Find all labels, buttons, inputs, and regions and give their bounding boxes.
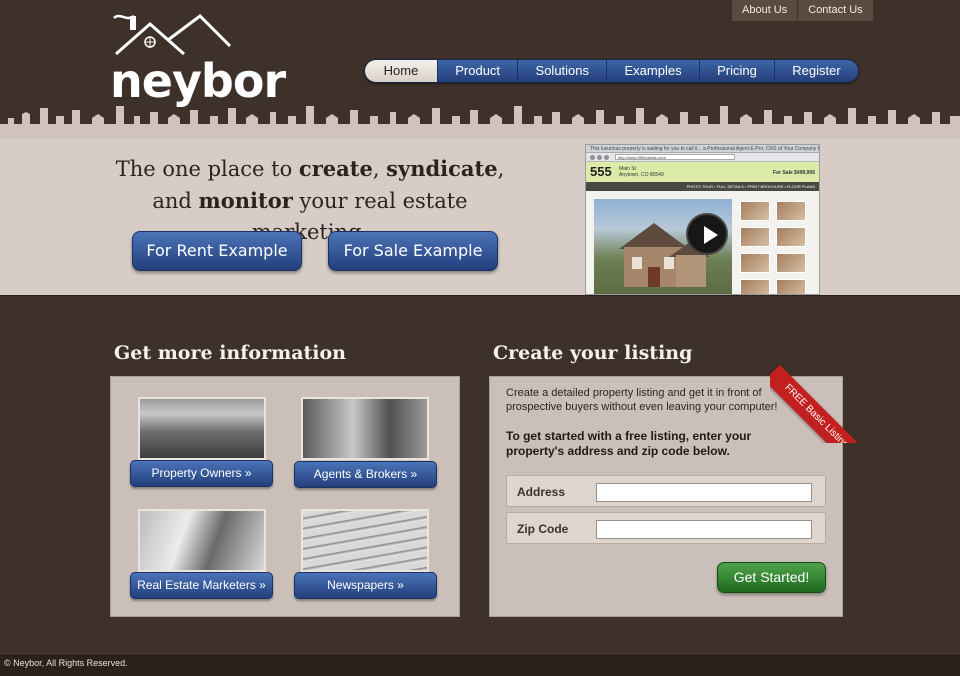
free-listing-ribbon: FREE Basic Listings [770, 348, 875, 443]
property-owners-photo[interactable] [138, 397, 266, 460]
house-roofs-icon [113, 14, 232, 56]
for-rent-example-button[interactable]: For Rent Example [132, 231, 302, 271]
about-us-link[interactable]: About Us [732, 0, 799, 21]
back-icon [590, 154, 595, 160]
city-skyline-icon [0, 106, 960, 138]
nav-solutions[interactable]: Solutions [517, 60, 607, 82]
preview-house-number: 555 [590, 164, 612, 179]
thumbnail [776, 227, 806, 247]
agents-brokers-button[interactable]: Agents & Brokers » [294, 461, 437, 488]
copyright-text: © Neybor, All Rights Reserved. [4, 658, 128, 668]
preview-url: http://www.555mainst.com/ [615, 154, 735, 160]
thumbnail [740, 253, 770, 273]
utility-links: About Us Contact Us [732, 0, 873, 21]
preview-price: For Sale $499,995 [773, 170, 815, 176]
preview-url-bar: http://www.555mainst.com/ [586, 153, 819, 162]
play-video-icon[interactable] [686, 213, 728, 255]
newspapers-photo[interactable] [301, 509, 429, 572]
newspapers-button[interactable]: Newspapers » [294, 572, 437, 599]
thumbnail [776, 253, 806, 273]
agents-brokers-photo[interactable] [301, 397, 429, 460]
reload-icon [604, 154, 609, 160]
zip-code-label: Zip Code [517, 522, 569, 536]
preview-listing-header: 555 Main St Anytown, CO 80540 For Sale $4… [586, 162, 819, 182]
ribbon-label: FREE Basic Listings [770, 364, 872, 443]
preview-window-title: This luxurious property is waiting for y… [586, 145, 819, 153]
thumbnail [776, 201, 806, 221]
thumbnail [740, 201, 770, 221]
listing-instructions: To get started with a free listing, ente… [506, 429, 752, 458]
forward-icon [597, 154, 602, 160]
nav-product[interactable]: Product [437, 60, 518, 82]
preview-address: Main St Anytown, CO 80540 [619, 166, 664, 178]
zip-code-row: Zip Code [506, 512, 826, 544]
zip-code-input[interactable] [596, 520, 812, 539]
nav-home[interactable]: Home [365, 60, 437, 82]
nav-pricing[interactable]: Pricing [698, 60, 775, 82]
info-section-title: Get more information [114, 342, 346, 364]
get-started-button[interactable]: Get Started! [717, 562, 826, 593]
brand-logo[interactable]: neybor [110, 54, 286, 108]
real-estate-marketers-button[interactable]: Real Estate Marketers » [130, 572, 273, 599]
thumbnail [740, 227, 770, 247]
nav-examples[interactable]: Examples [606, 60, 699, 82]
main-nav: Home Product Solutions Examples Pricing … [364, 59, 859, 83]
contact-us-link[interactable]: Contact Us [798, 0, 873, 21]
house-photo [594, 199, 732, 294]
thumbnail [776, 279, 806, 294]
listing-preview-video[interactable]: This luxurious property is waiting for y… [585, 144, 820, 295]
address-label: Address [517, 485, 566, 499]
address-row: Address [506, 475, 826, 507]
preview-thumbnails [740, 201, 806, 294]
nav-register[interactable]: Register [774, 60, 858, 82]
site-header: neybor About Us Contact Us Home Product … [0, 0, 960, 138]
address-input[interactable] [596, 483, 812, 502]
preview-tabs: PHOTO TOUR • FULL DETAILS • PRINT BROCHU… [586, 182, 819, 191]
real-estate-marketers-photo[interactable] [138, 509, 266, 572]
site-footer: © Neybor, All Rights Reserved. [0, 653, 960, 676]
listing-intro-text: Create a detailed property listing and g… [506, 387, 778, 413]
listing-section-title: Create your listing [493, 342, 693, 364]
thumbnail [740, 279, 770, 294]
property-owners-button[interactable]: Property Owners » [130, 460, 273, 487]
for-sale-example-button[interactable]: For Sale Example [328, 231, 498, 271]
